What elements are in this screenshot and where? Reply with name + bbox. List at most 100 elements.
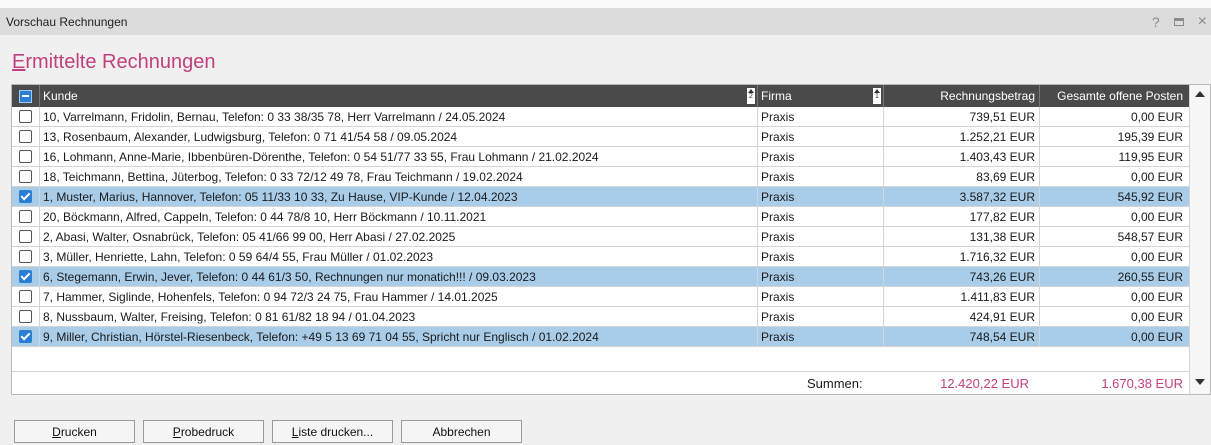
row-checkbox-cell[interactable] [12,287,40,306]
table-row[interactable]: 7, Hammer, Siglinde, Hohenfels, Telefon:… [12,287,1189,307]
cell-firma: Praxis [758,147,884,166]
scroll-down-icon[interactable] [1195,379,1205,385]
cell-firma: Praxis [758,207,884,226]
cell-offene-posten: 0,00 EUR [1130,249,1183,264]
drucken-button[interactable]: Drucken [14,420,135,443]
row-checkbox-cell[interactable] [12,247,40,266]
maximize-icon[interactable] [1173,17,1184,26]
row-checkbox-cell[interactable] [12,147,40,166]
sort-indicator-icon[interactable]: 2 [747,88,755,104]
column-header-offene-posten[interactable]: Gesamte offene Posten [1040,85,1189,107]
cell-firma: Praxis [758,167,884,186]
table-row[interactable]: 10, Varrelmann, Fridolin, Bernau, Telefo… [12,107,1189,127]
cell-rechnungsbetrag: 131,38 EUR [884,227,1040,246]
page-title: Ermittelte Rechnungen [12,51,215,74]
abbrechen-button[interactable]: Abbrechen [401,420,522,443]
help-icon[interactable]: ? [1152,14,1160,30]
cell-offene-posten: 545,92 EUR [1117,189,1183,204]
page-title-mnemonic: E [12,51,26,73]
row-checkbox-cell[interactable] [12,267,40,286]
invoice-grid: Kunde 2 Firma 1 Rechnungsbetrag Gesamte … [11,84,1211,395]
row-checkbox[interactable] [19,250,32,263]
cell-rechnungsbetrag: 1.411,83 EUR [884,287,1040,306]
table-row[interactable]: 3, Müller, Henriette, Lahn, Telefon: 0 5… [12,247,1189,267]
cell-rechnungsbetrag: 748,54 EUR [884,327,1040,346]
cell-kunde: 6, Stegemann, Erwin, Jever, Telefon: 0 4… [40,267,758,286]
table-row[interactable]: 8, Nussbaum, Walter, Freising, Telefon: … [12,307,1189,327]
cell-offene-posten: 0,00 EUR [1130,329,1183,344]
window-title: Vorschau Rechnungen [6,14,128,29]
row-checkbox[interactable] [19,310,32,323]
summary-row: Summen: 12.420,22 EUR 1.670,38 EUR [12,371,1189,395]
row-checkbox-cell[interactable] [12,327,40,346]
cell-firma: Praxis [758,327,884,346]
table-row[interactable]: 6, Stegemann, Erwin, Jever, Telefon: 0 4… [12,267,1189,287]
row-checkbox[interactable] [19,270,32,283]
table-row[interactable]: 16, Lohmann, Anne-Marie, Ibbenbüren-Döre… [12,147,1189,167]
table-row[interactable]: 18, Teichmann, Bettina, Jüterbog, Telefo… [12,167,1189,187]
cell-firma: Praxis [758,107,884,126]
sort-indicator-icon[interactable]: 1 [873,88,881,104]
table-row[interactable]: 20, Böckmann, Alfred, Cappeln, Telefon: … [12,207,1189,227]
row-checkbox[interactable] [19,230,32,243]
column-header-kunde-label: Kunde [43,89,78,103]
row-checkbox-cell[interactable] [12,167,40,186]
liste-drucken-label: iste drucken... [298,424,374,439]
probedruck-label: robedruck [180,424,235,439]
vertical-scrollbar[interactable] [1189,85,1210,394]
scroll-up-icon[interactable] [1195,91,1205,97]
probedruck-button[interactable]: Probedruck [143,420,264,443]
row-checkbox-cell[interactable] [12,107,40,126]
liste-drucken-mnemonic: L [291,424,299,439]
cell-rechnungsbetrag: 177,82 EUR [884,207,1040,226]
summen-offene-posten: 1.670,38 EUR [1101,376,1183,391]
cell-firma: Praxis [758,227,884,246]
table-row[interactable]: 9, Miller, Christian, Hörstel-Riesenbeck… [12,327,1189,347]
row-checkbox[interactable] [19,190,32,203]
empty-row [12,347,1189,372]
row-checkbox[interactable] [19,110,32,123]
row-checkbox[interactable] [19,150,32,163]
cell-rechnungsbetrag: 1.252,21 EUR [884,127,1040,146]
row-checkbox[interactable] [19,210,32,223]
page-title-rest: rmittelte Rechnungen [25,51,216,73]
table-row[interactable]: 13, Rosenbaum, Alexander, Ludwigsburg, T… [12,127,1189,147]
cell-kunde: 16, Lohmann, Anne-Marie, Ibbenbüren-Döre… [40,147,758,166]
row-checkbox[interactable] [19,330,32,343]
column-header-kunde[interactable]: Kunde 2 [40,85,758,107]
cell-rechnungsbetrag: 424,91 EUR [884,307,1040,326]
summen-label: Summen: [807,376,863,391]
cell-offene-posten: 0,00 EUR [1130,169,1183,184]
row-checkbox-cell[interactable] [12,187,40,206]
column-header-firma[interactable]: Firma 1 [758,85,884,107]
cell-firma: Praxis [758,287,884,306]
cell-kunde: 1, Muster, Marius, Hannover, Telefon: 05… [40,187,758,206]
row-checkbox-cell[interactable] [12,207,40,226]
cell-offene-posten: 195,39 EUR [1117,129,1183,144]
summen-rechnungsbetrag: 12.420,22 EUR [940,376,1029,391]
close-icon[interactable]: × [1198,13,1207,31]
column-header-rechnungsbetrag[interactable]: Rechnungsbetrag [884,85,1040,107]
table-row[interactable]: 1, Muster, Marius, Hannover, Telefon: 05… [12,187,1189,207]
cell-rechnungsbetrag: 739,51 EUR [884,107,1040,126]
cell-kunde: 8, Nussbaum, Walter, Freising, Telefon: … [40,307,758,326]
cell-offene-posten: 0,00 EUR [1130,309,1183,324]
row-checkbox-cell[interactable] [12,127,40,146]
row-checkbox[interactable] [19,170,32,183]
cell-offene-posten: 0,00 EUR [1130,209,1183,224]
table-row[interactable]: 2, Abasi, Walter, Osnabrück, Telefon: 05… [12,227,1189,247]
row-checkbox-cell[interactable] [12,307,40,326]
button-bar: Drucken Probedruck Liste drucken... Abbr… [0,410,1211,445]
grid-header: Kunde 2 Firma 1 Rechnungsbetrag Gesamte … [12,85,1189,107]
row-checkbox[interactable] [19,130,32,143]
cell-firma: Praxis [758,307,884,326]
row-checkbox[interactable] [19,290,32,303]
select-all-checkbox[interactable] [19,89,32,103]
cell-firma: Praxis [758,187,884,206]
top-strip [0,0,1211,8]
window-controls: ? × [1152,8,1207,35]
header-select-all[interactable] [12,85,40,107]
cell-kunde: 13, Rosenbaum, Alexander, Ludwigsburg, T… [40,127,758,146]
liste-drucken-button[interactable]: Liste drucken... [272,420,393,443]
row-checkbox-cell[interactable] [12,227,40,246]
